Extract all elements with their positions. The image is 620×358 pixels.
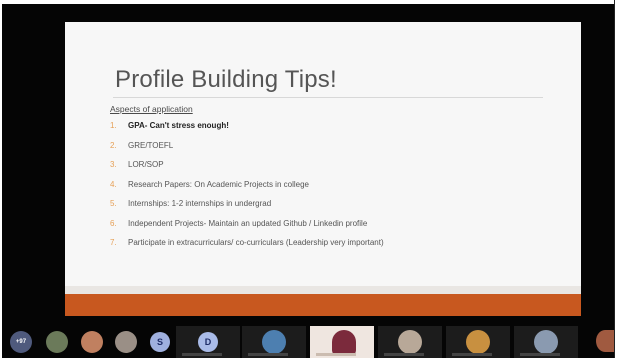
list-item: 7. Participate in extracurriculars/ co-cu… [110, 238, 384, 247]
avatar [466, 330, 490, 354]
participant-name-bar [182, 353, 222, 356]
participant-initial-badge: D [198, 332, 218, 352]
participant-count-badge[interactable]: +97 [10, 331, 32, 353]
list-item: 5. Internships: 1-2 internships in underg… [110, 199, 272, 208]
participant-tile[interactable] [242, 326, 306, 358]
slide-footer-band [65, 286, 581, 294]
participant-tile[interactable] [446, 326, 510, 358]
participant-avatar[interactable] [46, 331, 68, 353]
participant-name-bar [520, 353, 560, 356]
avatar [534, 330, 558, 354]
participant-avatar[interactable] [596, 330, 614, 352]
participant-tile-active[interactable] [310, 326, 374, 358]
list-item: 1. GPA- Can't stress enough! [110, 121, 229, 130]
screen-share-view: Profile Building Tips! Aspects of applic… [2, 4, 614, 358]
participant-avatar[interactable] [81, 331, 103, 353]
participant-initial-badge[interactable]: S [150, 332, 170, 352]
participant-avatar[interactable] [115, 331, 137, 353]
participant-tile[interactable]: D [176, 326, 240, 358]
participant-tile[interactable] [378, 326, 442, 358]
participant-strip[interactable]: +97 S D [2, 322, 614, 358]
tips-list: 1. GPA- Can't stress enough! 2. GRE/TOEFL … [110, 121, 550, 258]
participant-tile[interactable] [514, 326, 578, 358]
participant-name-bar [384, 353, 424, 356]
participant-name-bar [452, 353, 492, 356]
window-edge [614, 0, 620, 358]
slide-title: Profile Building Tips! [115, 66, 337, 93]
list-item: 3. LOR/SOP [110, 160, 164, 169]
participant-name-bar [316, 353, 356, 356]
avatar [398, 330, 422, 354]
list-item: 6. Independent Projects- Maintain an upda… [110, 218, 368, 228]
slide-footer-bar [65, 294, 581, 316]
slide-subheading: Aspects of application [110, 104, 193, 114]
avatar [262, 330, 286, 354]
participant-name-bar [248, 353, 288, 356]
title-divider [113, 97, 543, 98]
list-item: 4. Research Papers: On Academic Projects … [110, 179, 309, 189]
presentation-slide: Profile Building Tips! Aspects of applic… [65, 22, 581, 316]
list-item: 2. GRE/TOEFL [110, 140, 174, 150]
